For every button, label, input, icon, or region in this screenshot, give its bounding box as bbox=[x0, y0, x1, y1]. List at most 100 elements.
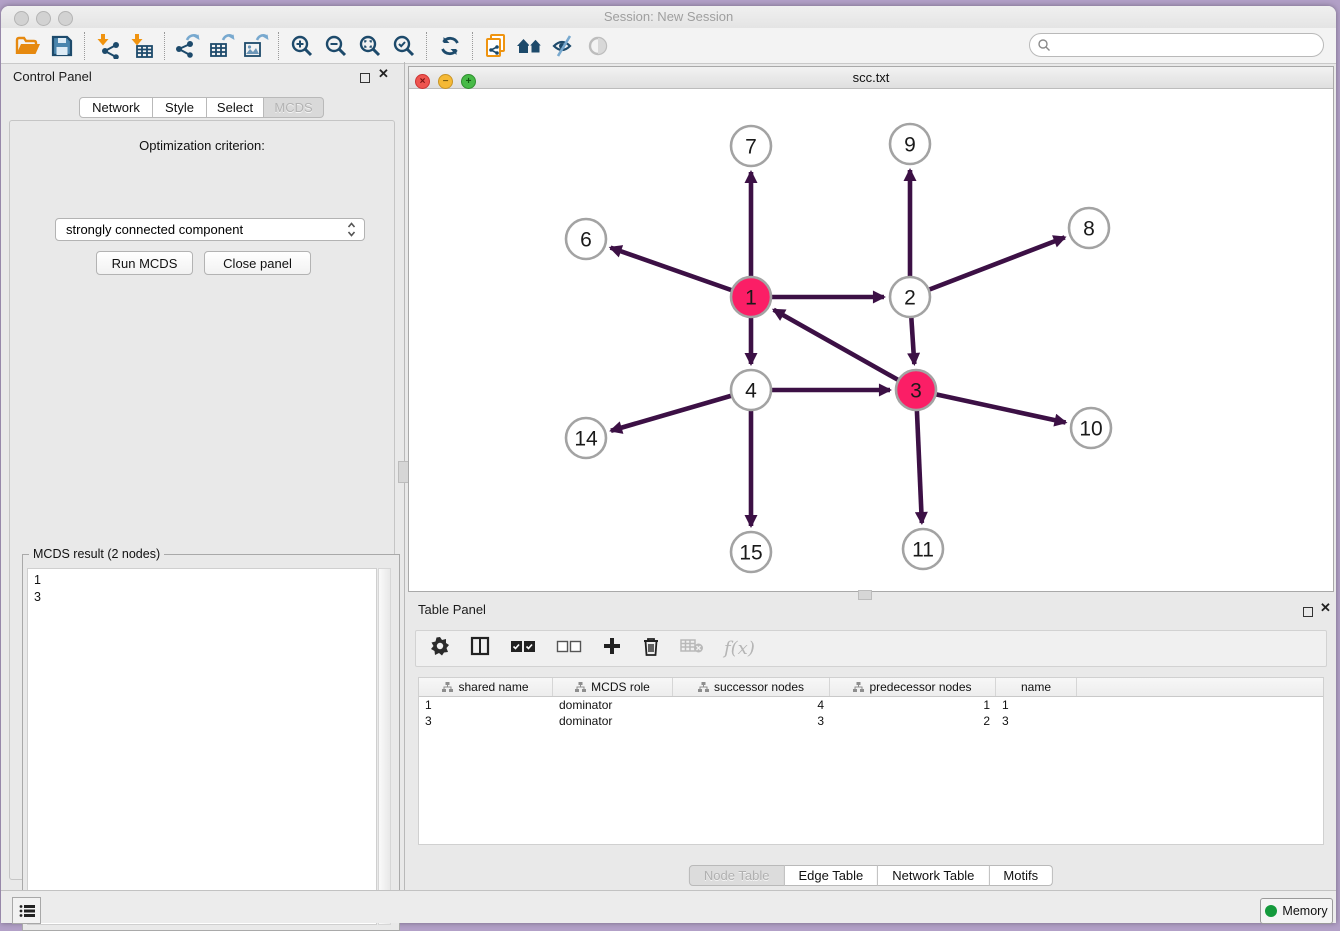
deselect-all-icon[interactable] bbox=[556, 640, 582, 658]
close-panel-icon[interactable]: ✕ bbox=[378, 69, 389, 79]
export-network-icon[interactable] bbox=[171, 31, 205, 61]
column-header[interactable]: successor nodes bbox=[673, 678, 830, 696]
close-table-panel-icon[interactable]: ✕ bbox=[1320, 603, 1331, 613]
result-item: 3 bbox=[34, 589, 370, 606]
graph-node-2[interactable]: 2 bbox=[890, 277, 930, 317]
show-all-icon[interactable] bbox=[581, 31, 615, 61]
zoom-in-icon[interactable] bbox=[285, 31, 319, 61]
network-window-titlebar: ×−+ scc.txt bbox=[409, 67, 1333, 89]
apply-layout-icon[interactable] bbox=[433, 31, 467, 61]
import-table-icon[interactable] bbox=[125, 31, 159, 61]
graph-node-3[interactable]: 3 bbox=[896, 370, 936, 410]
graph-node-1[interactable]: 1 bbox=[731, 277, 771, 317]
toolbar-separator bbox=[472, 32, 474, 60]
search-field[interactable] bbox=[1029, 33, 1324, 57]
column-header[interactable]: MCDS role bbox=[553, 678, 673, 696]
table-panel: Table Panel ✕ f(x) bbox=[408, 597, 1334, 890]
duplicate-network-icon[interactable] bbox=[479, 31, 513, 61]
save-session-icon[interactable] bbox=[45, 31, 79, 61]
dropdown-value: strongly connected component bbox=[66, 222, 347, 237]
add-column-icon[interactable] bbox=[602, 636, 622, 661]
list-icon bbox=[19, 904, 35, 918]
tab-network[interactable]: Network bbox=[79, 97, 153, 118]
attribute-icon bbox=[698, 682, 709, 692]
delete-column-icon[interactable] bbox=[642, 636, 660, 661]
column-header[interactable]: shared name bbox=[419, 678, 553, 696]
first-neighbors-icon[interactable] bbox=[513, 31, 547, 61]
import-network-icon[interactable] bbox=[91, 31, 125, 61]
mcds-result-title: MCDS result (2 nodes) bbox=[29, 547, 164, 561]
column-header[interactable]: predecessor nodes bbox=[830, 678, 996, 696]
memory-status-icon bbox=[1265, 905, 1277, 917]
result-scrollbar[interactable] bbox=[378, 568, 391, 925]
table-row[interactable]: 1 dominator 4 1 1 bbox=[419, 697, 1323, 713]
optimization-criterion-label: Optimization criterion: bbox=[10, 138, 394, 153]
tab-network-table[interactable]: Network Table bbox=[878, 865, 989, 886]
control-panel: Control Panel ✕ Network Style Select MCD… bbox=[1, 62, 404, 890]
optimization-criterion-dropdown[interactable]: strongly connected component bbox=[55, 218, 365, 241]
tab-mcds[interactable]: MCDS bbox=[264, 97, 324, 118]
close-panel-button[interactable]: Close panel bbox=[204, 251, 311, 275]
graph-node-label: 6 bbox=[580, 229, 592, 252]
graph-node-15[interactable]: 15 bbox=[731, 532, 771, 572]
tab-edge-table[interactable]: Edge Table bbox=[784, 865, 878, 886]
graph-node-11[interactable]: 11 bbox=[903, 529, 943, 569]
memory-button[interactable]: Memory bbox=[1260, 898, 1333, 924]
table-panel-title: Table Panel bbox=[418, 602, 486, 617]
toolbar-separator bbox=[426, 32, 428, 60]
attribute-icon bbox=[442, 682, 453, 692]
graph-edge[interactable] bbox=[916, 390, 1066, 422]
column-header[interactable]: name bbox=[996, 678, 1077, 696]
toolbar-separator bbox=[164, 32, 166, 60]
settings-icon[interactable] bbox=[430, 636, 450, 661]
session-list-button[interactable] bbox=[12, 897, 41, 924]
zoom-out-icon[interactable] bbox=[319, 31, 353, 61]
chevron-updown-icon bbox=[347, 222, 356, 237]
graph-node-label: 7 bbox=[745, 136, 757, 159]
window-titlebar: Session: New Session bbox=[1, 6, 1336, 29]
float-panel-icon[interactable] bbox=[360, 70, 370, 88]
application-window: Session: New Session bbox=[1, 6, 1336, 923]
select-all-icon[interactable] bbox=[510, 640, 536, 658]
graph-node-label: 14 bbox=[574, 428, 598, 451]
graph-node-14[interactable]: 14 bbox=[566, 418, 606, 458]
memory-label: Memory bbox=[1282, 904, 1327, 918]
graph-node-6[interactable]: 6 bbox=[566, 219, 606, 259]
table-header-row: shared name MCDS role successor nodes pr… bbox=[419, 678, 1323, 697]
run-mcds-button[interactable]: Run MCDS bbox=[96, 251, 193, 275]
graph-edge[interactable] bbox=[611, 390, 751, 431]
graph-node-9[interactable]: 9 bbox=[890, 124, 930, 164]
zoom-fit-icon[interactable] bbox=[353, 31, 387, 61]
attribute-icon bbox=[853, 682, 864, 692]
graph-node-10[interactable]: 10 bbox=[1071, 408, 1111, 448]
graph-node-7[interactable]: 7 bbox=[731, 126, 771, 166]
tab-select[interactable]: Select bbox=[207, 97, 264, 118]
delete-table-icon[interactable] bbox=[680, 638, 704, 659]
tab-style[interactable]: Style bbox=[153, 97, 207, 118]
toolbar-separator bbox=[278, 32, 280, 60]
function-builder-icon[interactable]: f(x) bbox=[724, 638, 755, 659]
mcds-result-list[interactable]: 1 3 bbox=[27, 568, 377, 925]
mcds-result-groupbox: MCDS result (2 nodes) 1 3 bbox=[22, 554, 400, 931]
zoom-selected-icon[interactable] bbox=[387, 31, 421, 61]
graph-edge[interactable] bbox=[910, 237, 1065, 297]
export-image-icon[interactable] bbox=[239, 31, 273, 61]
hide-selected-icon[interactable] bbox=[547, 31, 581, 61]
search-input[interactable] bbox=[1055, 37, 1323, 53]
table-toolbar: f(x) bbox=[415, 630, 1327, 667]
graph-node-4[interactable]: 4 bbox=[731, 370, 771, 410]
graph-edge[interactable] bbox=[774, 310, 916, 390]
table-row[interactable]: 3 dominator 3 2 3 bbox=[419, 713, 1323, 729]
tab-node-table[interactable]: Node Table bbox=[689, 865, 785, 886]
tab-motifs[interactable]: Motifs bbox=[989, 865, 1053, 886]
graph-node-label: 8 bbox=[1083, 218, 1095, 241]
network-canvas[interactable]: 1 2 3 4 6 7 8 9 10 11 14 15 bbox=[409, 88, 1333, 591]
float-table-panel-icon[interactable] bbox=[1303, 604, 1313, 622]
export-table-icon[interactable] bbox=[205, 31, 239, 61]
open-session-icon[interactable] bbox=[11, 31, 45, 61]
attribute-icon bbox=[575, 682, 586, 692]
graph-node-8[interactable]: 8 bbox=[1069, 208, 1109, 248]
node-table: shared name MCDS role successor nodes pr… bbox=[418, 677, 1324, 845]
graph-edge[interactable] bbox=[611, 248, 751, 297]
column-visibility-icon[interactable] bbox=[470, 636, 490, 661]
